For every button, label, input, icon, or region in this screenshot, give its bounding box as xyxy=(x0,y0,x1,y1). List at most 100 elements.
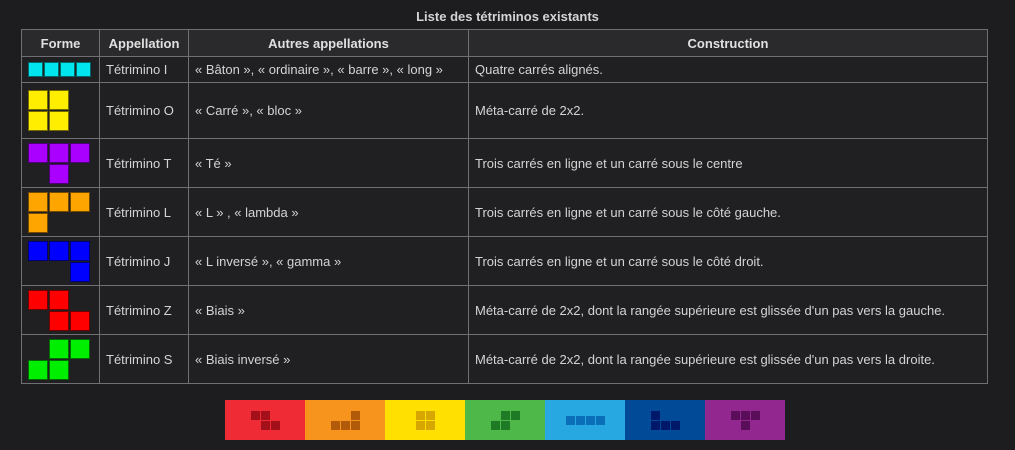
banner-segment xyxy=(465,400,545,440)
piece-block xyxy=(250,410,260,420)
piece-block xyxy=(650,420,660,430)
shape-gap xyxy=(28,164,48,184)
construction-cell: Méta-carré de 2x2, dont la rangée supéri… xyxy=(468,334,988,384)
shape-block xyxy=(49,289,69,310)
banner-segment xyxy=(625,400,705,440)
piece-block xyxy=(575,415,585,425)
shape-block xyxy=(28,62,43,77)
shape-gap xyxy=(70,164,90,184)
other-names-cell: « Carré », « bloc » xyxy=(188,82,469,139)
piece-block xyxy=(270,420,280,430)
other-names-cell: « L » , « lambda » xyxy=(188,187,469,237)
tetromino-o-icon xyxy=(28,90,93,131)
tetromino-l-icon xyxy=(28,191,93,233)
shape-block xyxy=(70,142,90,163)
table-caption: Liste des tétriminos existants xyxy=(416,9,599,24)
shape-block xyxy=(28,90,48,110)
color-banner xyxy=(225,400,785,440)
other-names-cell: « Biais inversé » xyxy=(188,334,469,384)
shape-block xyxy=(28,142,48,163)
shape-cell xyxy=(21,285,100,335)
piece-block xyxy=(750,410,760,420)
construction-cell: Trois carrés en ligne et un carré sous l… xyxy=(468,187,988,237)
table-row: Tétrimino S « Biais inversé » Méta-carré d… xyxy=(21,334,988,384)
shape-block xyxy=(70,191,90,212)
appellation-cell: Tétrimino O xyxy=(99,82,189,139)
piece-block xyxy=(650,410,660,420)
shape-gap xyxy=(49,213,69,233)
shape-block xyxy=(76,62,91,77)
piece-gap xyxy=(511,421,520,430)
piece-block xyxy=(415,410,425,420)
shape-block xyxy=(70,240,90,261)
shape-cell xyxy=(21,56,100,83)
piece-gap xyxy=(341,411,350,420)
tetromino-table: Forme Appellation Autres appellations Co… xyxy=(21,29,988,384)
piece-gap xyxy=(491,411,500,420)
construction-cell: Quatre carrés alignés. xyxy=(468,56,988,83)
banner-segment xyxy=(705,400,785,440)
piece-block xyxy=(660,420,670,430)
tetromino-s-icon xyxy=(28,338,93,380)
shape-block xyxy=(28,359,48,380)
header-appellation: Appellation xyxy=(99,29,189,57)
piece-gap xyxy=(271,411,280,420)
construction-cell: Méta-carré de 2x2. xyxy=(468,82,988,139)
appellation-cell: Tétrimino S xyxy=(99,334,189,384)
banner-segment xyxy=(225,400,305,440)
t-piece-icon xyxy=(730,410,760,430)
piece-block xyxy=(490,420,500,430)
piece-block xyxy=(670,420,680,430)
shape-block xyxy=(70,261,90,282)
banner-segment xyxy=(385,400,465,440)
header-autres-appellations: Autres appellations xyxy=(188,29,469,57)
shape-block xyxy=(60,62,75,77)
shape-block xyxy=(49,338,69,359)
appellation-cell: Tétrimino T xyxy=(99,138,189,188)
shape-cell xyxy=(21,138,100,188)
piece-gap xyxy=(671,411,680,420)
shape-block xyxy=(28,111,48,131)
table-row: Tétrimino O « Carré », « bloc » Méta-carré… xyxy=(21,82,988,139)
header-construction: Construction xyxy=(468,29,988,57)
other-names-cell: « Bâton », « ordinaire », « barre », « l… xyxy=(188,56,469,83)
z-piece-icon xyxy=(250,410,280,430)
piece-block xyxy=(595,415,605,425)
piece-gap xyxy=(661,411,670,420)
shape-block xyxy=(70,310,90,331)
tetromino-i-icon xyxy=(28,62,93,77)
tetromino-j-icon xyxy=(28,240,93,282)
piece-gap xyxy=(331,411,340,420)
appellation-cell: Tétrimino I xyxy=(99,56,189,83)
shape-block xyxy=(49,142,69,163)
piece-block xyxy=(500,420,510,430)
shape-gap xyxy=(49,262,69,282)
tetromino-z-icon xyxy=(28,289,93,331)
shape-block xyxy=(28,289,48,310)
piece-block xyxy=(565,415,575,425)
shape-block xyxy=(28,212,48,233)
shape-block xyxy=(28,240,48,261)
shape-block xyxy=(70,338,90,359)
piece-block xyxy=(340,420,350,430)
shape-gap xyxy=(28,262,48,282)
piece-gap xyxy=(751,421,760,430)
banner-segment xyxy=(305,400,385,440)
piece-block xyxy=(425,420,435,430)
piece-block xyxy=(740,420,750,430)
construction-cell: Méta-carré de 2x2, dont la rangée supéri… xyxy=(468,285,988,335)
piece-block xyxy=(510,410,520,420)
piece-block xyxy=(330,420,340,430)
shape-block xyxy=(49,240,69,261)
piece-block xyxy=(500,410,510,420)
header-forme: Forme xyxy=(21,29,100,57)
shape-block xyxy=(44,62,59,77)
appellation-cell: Tétrimino Z xyxy=(99,285,189,335)
construction-cell: Trois carrés en ligne et un carré sous l… xyxy=(468,138,988,188)
shape-block xyxy=(49,191,69,212)
i-piece-icon xyxy=(565,415,605,425)
piece-block xyxy=(350,420,360,430)
table-row: Tétrimino L « L » , « lambda » Trois carré… xyxy=(21,187,988,237)
other-names-cell: « Té » xyxy=(188,138,469,188)
piece-block xyxy=(415,420,425,430)
